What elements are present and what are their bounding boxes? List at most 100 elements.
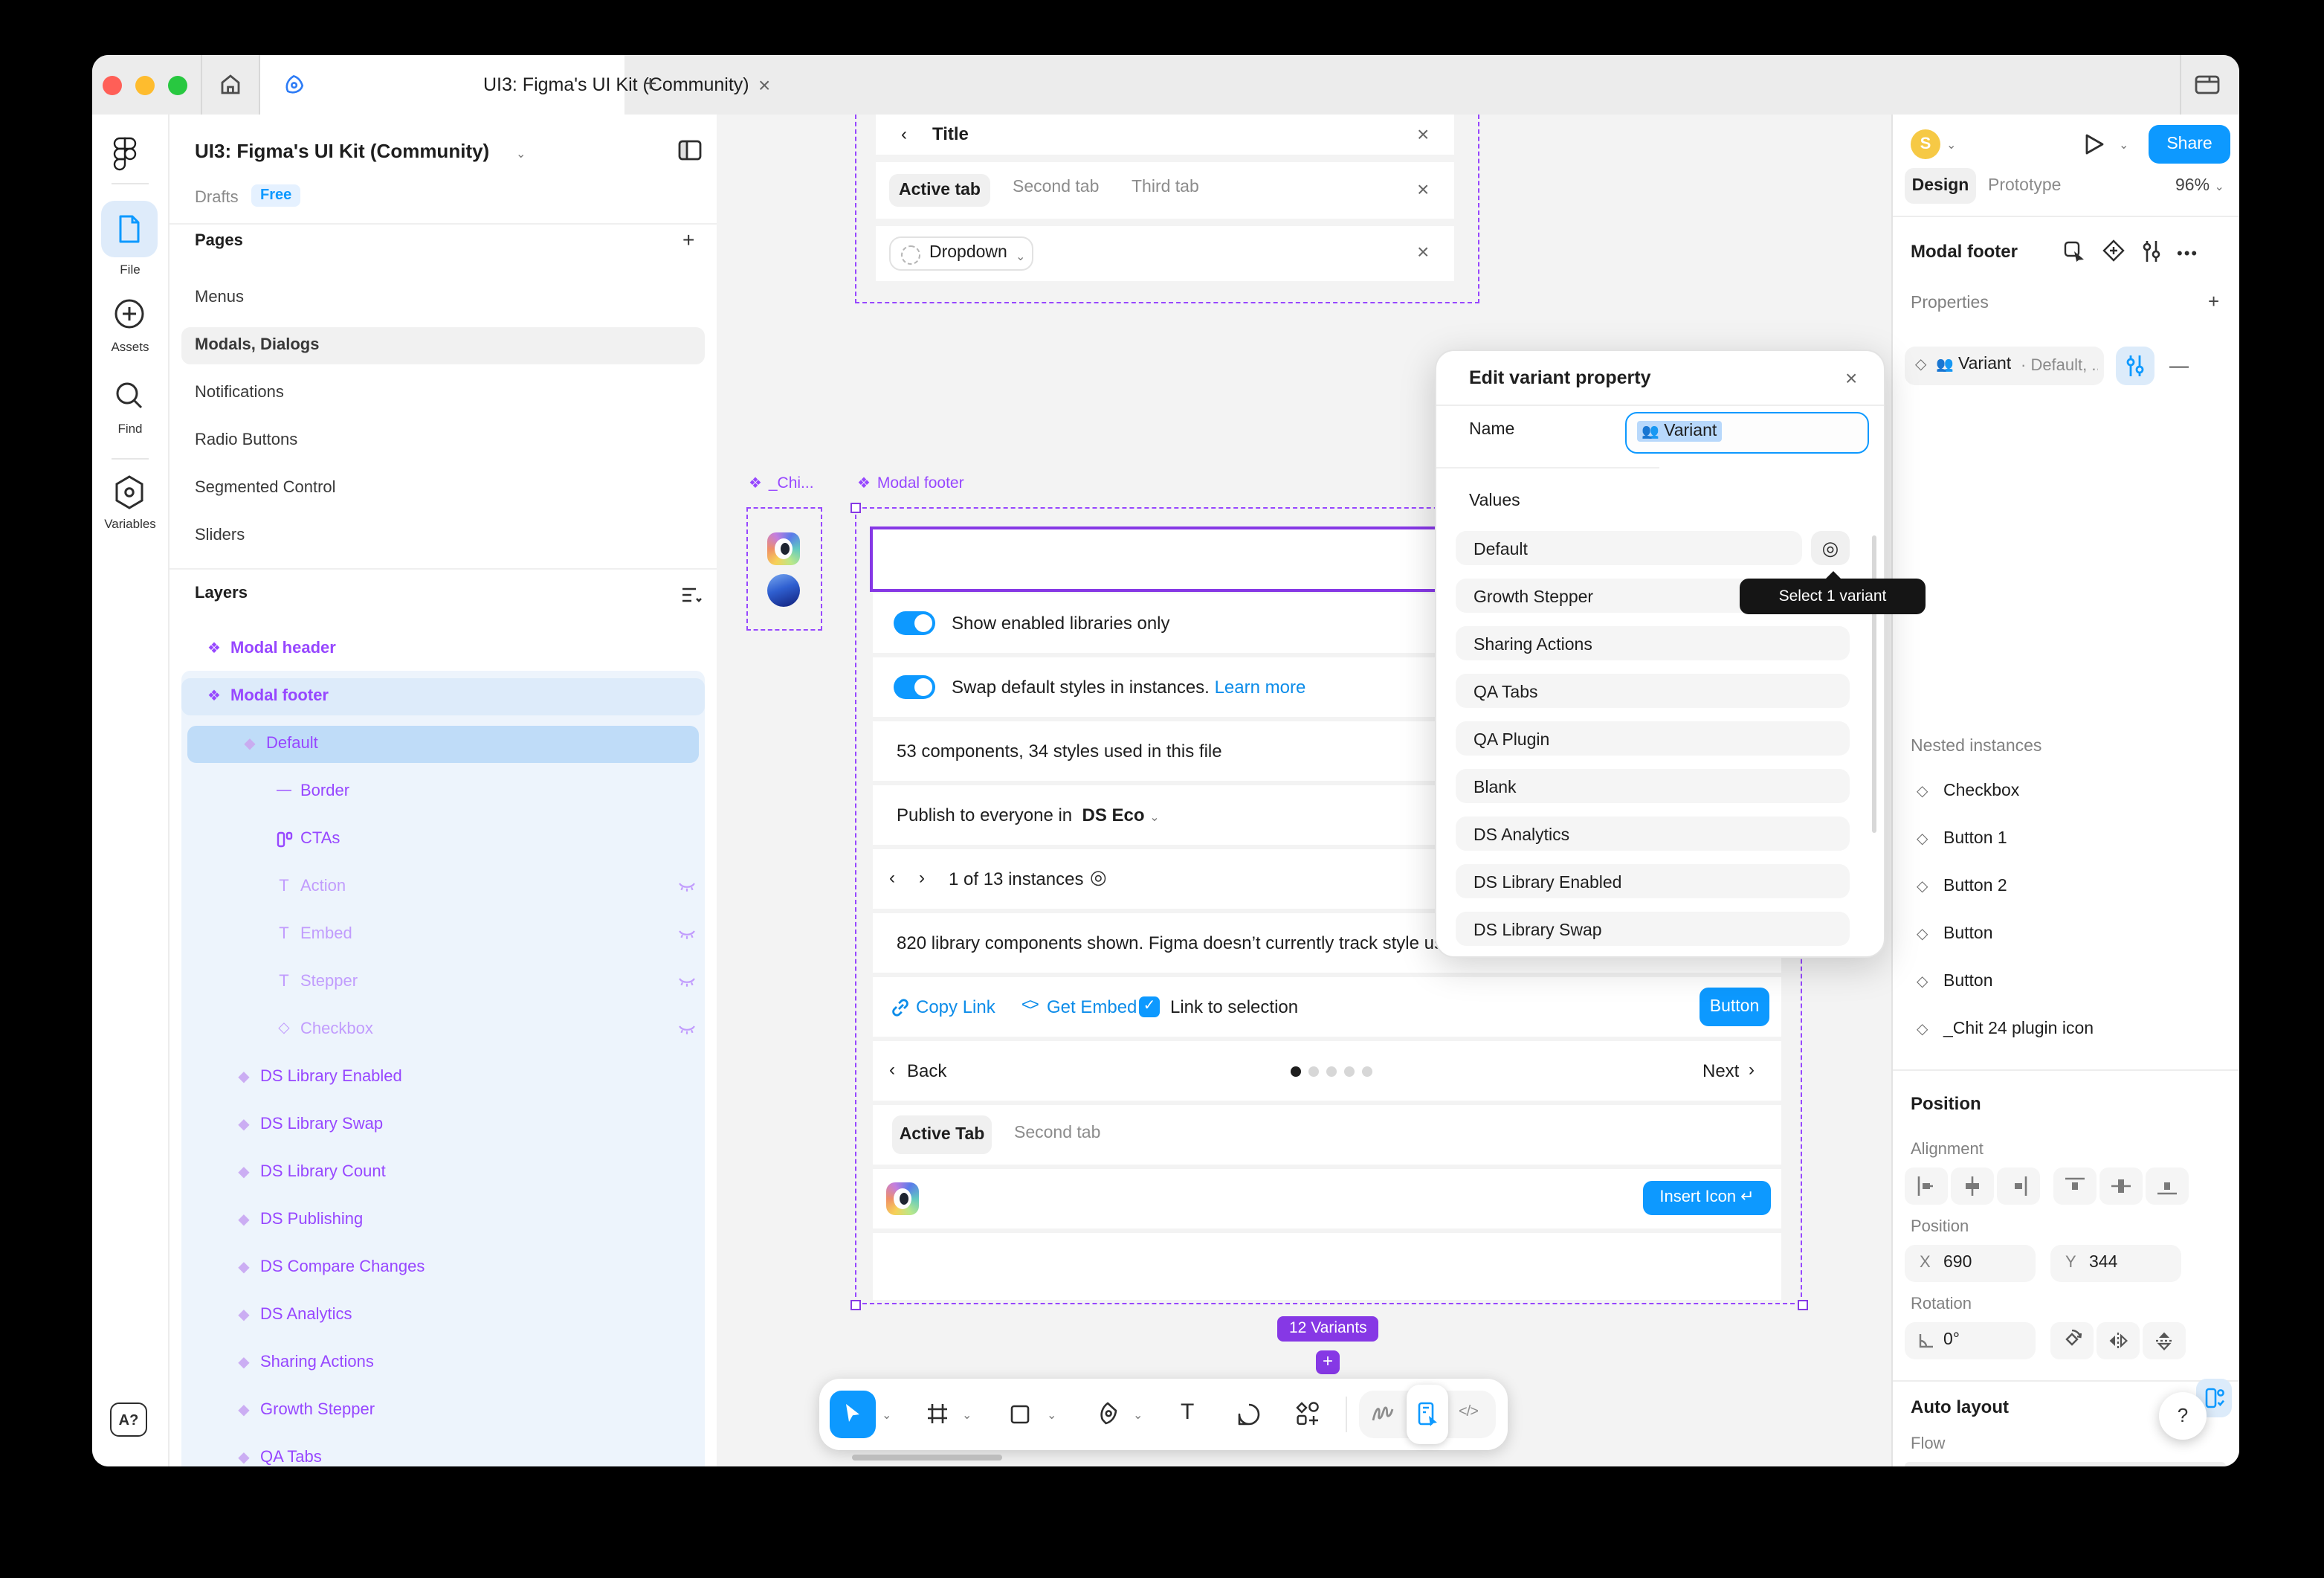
avatar[interactable]: S — [1911, 129, 1940, 159]
next-button[interactable]: Next — [1702, 1060, 1739, 1081]
layer-row[interactable]: ◆ DS Library Swap — [181, 1107, 705, 1144]
add-variant-button[interactable]: + — [1316, 1350, 1340, 1374]
chit-component-label[interactable]: ❖ _Chi... — [746, 474, 814, 492]
add-page-icon[interactable]: + — [682, 228, 694, 251]
page-dot-active[interactable] — [1291, 1066, 1301, 1077]
help-button[interactable]: ? — [2159, 1392, 2207, 1440]
zoom-level[interactable]: 96% ⌄ — [2175, 177, 2224, 195]
chevron-down-icon[interactable]: ⌄ — [962, 1408, 972, 1422]
page-dot[interactable] — [1362, 1066, 1372, 1077]
move-tool-selected[interactable] — [830, 1391, 876, 1438]
tab-active[interactable]: Active tab — [889, 174, 990, 207]
variant-value-row[interactable]: DS Analytics — [1456, 817, 1850, 851]
edit-variant-property-dialog[interactable]: Edit variant property × Name 👥 Variant V… — [1435, 350, 1885, 958]
pen-tool-icon[interactable] — [1096, 1401, 1120, 1426]
align-top-button[interactable] — [2053, 1168, 2097, 1205]
layer-row[interactable]: ◆ DS Compare Changes — [181, 1249, 705, 1286]
code-mode-icon[interactable]: </> — [1459, 1404, 1478, 1420]
nested-instance-row[interactable]: ◇ Button — [1905, 968, 2226, 1001]
toggle-on[interactable] — [894, 675, 935, 699]
component-plus-icon[interactable] — [2102, 239, 2125, 262]
insert-icon-button[interactable]: Insert Icon ↵ — [1643, 1181, 1771, 1215]
nested-instance-row[interactable]: ◇ Checkbox — [1905, 778, 2226, 811]
variant-value-row[interactable]: Sharing Actions — [1456, 626, 1850, 660]
tab-prototype[interactable]: Prototype — [1988, 177, 2061, 195]
page-item-selected[interactable]: Modals, Dialogs — [181, 327, 705, 364]
modal-header-tabs-row[interactable]: Active tab Second tab Third tab × — [876, 162, 1454, 219]
blue-sphere-chit-icon[interactable] — [767, 574, 800, 607]
get-embed-button[interactable]: Get Embed — [1047, 996, 1137, 1017]
rotation-field[interactable]: 0° — [1905, 1322, 2036, 1359]
nested-instance-row[interactable]: ◇ _Chit 24 plugin icon — [1905, 1016, 2226, 1049]
y-position-field[interactable]: Y 344 — [2050, 1245, 2181, 1282]
checkbox-checked[interactable]: ✓ — [1139, 996, 1160, 1017]
modal-footer-label[interactable]: ❖ Modal footer — [855, 474, 964, 492]
name-input[interactable]: 👥 Variant — [1625, 412, 1869, 454]
more-icon[interactable]: ••• — [2177, 245, 2198, 263]
footer-row-pagination[interactable]: ‹ Back Next › — [873, 1041, 1781, 1101]
page-item[interactable]: Segmented Control — [181, 470, 705, 507]
adjust-icon[interactable] — [2141, 239, 2162, 262]
close-icon[interactable]: × — [1845, 367, 1857, 388]
learn-more-link[interactable]: Learn more — [1215, 677, 1306, 698]
layer-row[interactable]: ◆ DS Library Enabled — [181, 1059, 705, 1096]
flip-horizontal-button[interactable] — [2097, 1322, 2140, 1359]
align-center-h-button[interactable] — [1951, 1168, 1994, 1205]
eye-closed-icon[interactable] — [678, 977, 696, 989]
chit-component-frame[interactable] — [746, 507, 822, 631]
frame-handle[interactable] — [850, 502, 860, 512]
variant-value-row[interactable]: DS Library Swap — [1456, 912, 1850, 946]
chevron-down-icon[interactable]: ⌄ — [1946, 138, 1956, 152]
close-icon[interactable]: × — [1417, 178, 1429, 199]
layer-row[interactable]: ◆ DS Library Count — [181, 1154, 705, 1191]
layer-row[interactable]: — Border — [181, 773, 705, 811]
variants-count-badge[interactable]: 12 Variants — [1277, 1316, 1379, 1342]
align-middle-v-button[interactable] — [2099, 1168, 2143, 1205]
text-tool-icon[interactable]: T — [1181, 1400, 1194, 1425]
eye-closed-icon[interactable] — [678, 1025, 696, 1037]
new-tab-icon[interactable]: + — [644, 71, 657, 97]
home-icon[interactable] — [219, 73, 242, 97]
flow-segmented-control[interactable] — [1905, 1462, 2226, 1466]
layers-sort-icon[interactable] — [681, 586, 702, 604]
layer-row[interactable]: ◆ DS Analytics — [181, 1297, 705, 1334]
frame-handle[interactable] — [1797, 1299, 1807, 1310]
page-item[interactable]: Sliders — [181, 518, 705, 555]
close-icon[interactable]: × — [1417, 241, 1429, 262]
search-icon[interactable] — [113, 379, 146, 412]
layer-row-modal-footer[interactable]: ❖ Modal footer — [181, 678, 705, 715]
modal-header-variant-row[interactable]: ‹ Title × — [876, 115, 1454, 155]
copy-link-button[interactable]: Copy Link — [916, 996, 995, 1017]
tab-second[interactable]: Second tab — [1013, 178, 1099, 196]
page-item[interactable]: Menus — [181, 280, 705, 317]
rotate-button[interactable] — [2050, 1322, 2094, 1359]
breadcrumb[interactable]: Drafts — [195, 189, 239, 207]
toggle-on[interactable] — [894, 611, 935, 635]
chevron-down-icon[interactable]: ⌄ — [1047, 1408, 1056, 1422]
nested-instance-row[interactable]: ◇ Button 1 — [1905, 825, 2226, 858]
select-variant-target-icon[interactable]: ◎ — [1811, 531, 1850, 565]
tab-second[interactable]: Second tab — [1014, 1124, 1100, 1142]
horizontal-scrollbar[interactable] — [852, 1455, 1002, 1461]
x-position-field[interactable]: X 690 — [1905, 1245, 2036, 1282]
remove-property-icon[interactable]: — — [2169, 354, 2189, 376]
chevron-down-icon[interactable]: ⌄ — [882, 1408, 891, 1422]
assets-icon[interactable] — [112, 296, 147, 332]
present-icon[interactable] — [2083, 132, 2105, 156]
tab-switcher-icon[interactable] — [2195, 74, 2220, 95]
footer-row-empty[interactable] — [873, 1233, 1781, 1300]
file-title[interactable]: UI3: Figma's UI Kit (Community) — [195, 140, 507, 162]
page-dot[interactable] — [1326, 1066, 1337, 1077]
copy-properties-icon[interactable] — [2064, 241, 2086, 262]
footer-row-insert-icon[interactable]: Insert Icon ↵ — [873, 1169, 1781, 1228]
draw-mode-icon[interactable] — [1371, 1403, 1395, 1423]
variant-value-row[interactable]: Default — [1456, 531, 1802, 565]
layer-row[interactable]: ◆ Growth Stepper — [181, 1392, 705, 1429]
prev-chevron-icon[interactable]: ‹ — [889, 867, 895, 888]
library-chit-icon[interactable] — [767, 532, 800, 565]
file-tab[interactable]: UI3: Figma's UI Kit (Community) × — [260, 55, 624, 115]
spellcheck-icon[interactable]: A? — [110, 1403, 147, 1437]
footer-row-share[interactable]: Copy Link <> Get Embed ✓ Link to selecti… — [873, 977, 1781, 1037]
tab-third[interactable]: Third tab — [1132, 178, 1199, 196]
variant-adjust-button[interactable] — [2116, 347, 2154, 385]
